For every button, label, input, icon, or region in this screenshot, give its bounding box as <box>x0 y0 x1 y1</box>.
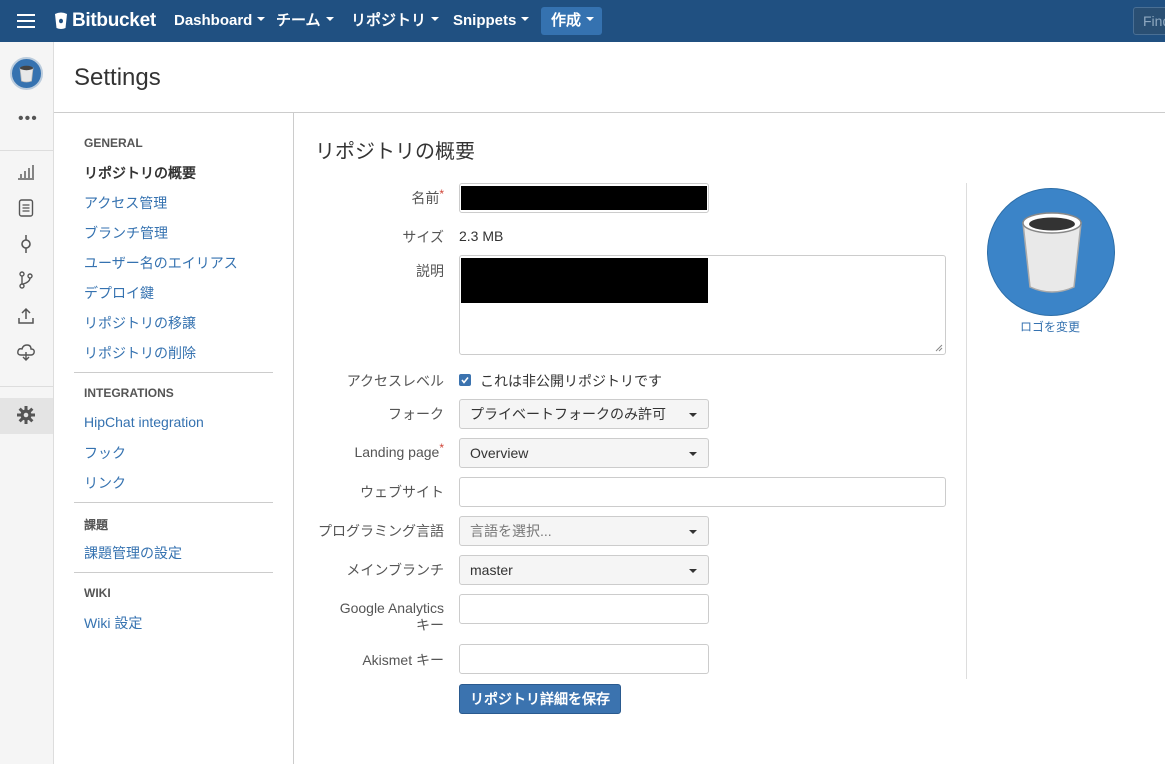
nav-item-transfer-repository[interactable]: リポジトリの移譲 <box>84 313 196 333</box>
nav-divider <box>74 372 273 373</box>
upload-icon[interactable] <box>16 306 36 326</box>
required-mark: * <box>439 187 444 201</box>
brand-name: Bitbucket <box>72 10 156 31</box>
create-button[interactable]: 作成 <box>541 7 602 35</box>
nav-item-repository-details[interactable]: リポジトリの概要 <box>84 163 196 183</box>
more-icon[interactable]: ••• <box>18 110 38 128</box>
nav-heading-integrations: INTEGRATIONS <box>84 386 174 400</box>
required-mark: * <box>439 441 444 455</box>
main-branch-select[interactable]: master <box>459 555 709 585</box>
name-label: 名前* <box>411 187 444 206</box>
google-analytics-input[interactable] <box>459 594 709 624</box>
size-label: サイズ <box>402 229 444 245</box>
nav-item-access-management[interactable]: アクセス管理 <box>84 193 167 213</box>
repository-avatar[interactable] <box>10 57 43 90</box>
sidebar-divider <box>0 386 54 387</box>
settings-navigation: GENERAL リポジトリの概要 アクセス管理 ブランチ管理 ユーザー名のエイリ… <box>54 113 294 764</box>
nav-snippets[interactable]: Snippets <box>453 12 530 30</box>
chevron-down-icon <box>521 17 530 22</box>
chart-icon[interactable] <box>16 162 36 182</box>
chevron-down-icon <box>586 17 595 22</box>
repository-logo[interactable] <box>987 188 1115 316</box>
bitbucket-bucket-icon <box>55 12 67 29</box>
settings-gear-icon[interactable] <box>16 405 36 425</box>
repository-sidebar: ••• <box>0 42 54 764</box>
source-icon[interactable] <box>16 198 36 218</box>
nav-item-delete-repository[interactable]: リポジトリの削除 <box>84 343 196 363</box>
resize-handle-icon[interactable] <box>935 344 943 352</box>
name-input[interactable] <box>459 183 709 213</box>
save-repository-details-button[interactable]: リポジトリ詳細を保存 <box>459 684 621 714</box>
nav-item-links[interactable]: リンク <box>84 473 126 493</box>
page-title: Settings <box>74 64 161 91</box>
description-label: 説明 <box>416 263 444 279</box>
nav-dashboard[interactable]: Dashboard <box>174 12 266 30</box>
redacted-value <box>461 258 708 303</box>
google-analytics-label: Google Analytics キー <box>339 600 444 633</box>
nav-divider <box>74 502 273 503</box>
nav-divider <box>74 572 273 573</box>
private-repository-checkbox[interactable] <box>459 374 471 386</box>
landing-page-label: Landing page* <box>354 441 444 460</box>
nav-item-hooks[interactable]: フック <box>84 443 126 463</box>
redacted-value <box>461 186 707 210</box>
landing-page-select[interactable]: Overview <box>459 438 709 468</box>
bucket-icon <box>1022 212 1082 293</box>
chevron-down-icon <box>257 17 266 22</box>
nav-heading-general: GENERAL <box>84 136 143 150</box>
nav-repositories[interactable]: リポジトリ <box>351 12 440 30</box>
website-label: ウェブサイト <box>360 484 444 500</box>
nav-teams[interactable]: チーム <box>276 12 334 30</box>
akismet-input[interactable] <box>459 644 709 674</box>
chevron-down-icon <box>689 530 697 534</box>
search-input[interactable]: Find <box>1133 7 1165 35</box>
nav-item-issue-tracker-settings[interactable]: 課題管理の設定 <box>84 543 182 563</box>
chevron-down-icon <box>689 452 697 456</box>
bucket-icon <box>19 65 34 83</box>
chevron-down-icon <box>689 569 697 573</box>
chevron-down-icon <box>689 413 697 417</box>
nav-heading-wiki: WIKI <box>84 586 111 600</box>
fork-select[interactable]: プライベートフォークのみ許可 <box>459 399 709 429</box>
change-logo-link[interactable]: ロゴを変更 <box>1020 318 1080 335</box>
chevron-down-icon <box>325 17 334 22</box>
chevron-down-icon <box>431 17 440 22</box>
cloud-download-icon[interactable] <box>16 342 36 362</box>
branches-icon[interactable] <box>16 270 36 290</box>
nav-item-branch-management[interactable]: ブランチ管理 <box>84 223 168 243</box>
nav-item-username-aliases[interactable]: ユーザー名のエイリアス <box>84 253 238 273</box>
akismet-label: Akismet キー <box>362 652 444 668</box>
nav-item-hipchat[interactable]: HipChat integration <box>84 414 204 430</box>
private-repository-label: これは非公開リポジトリです <box>480 373 662 389</box>
size-value: 2.3 MB <box>459 228 504 244</box>
logo-divider <box>966 183 967 679</box>
main-branch-label: メインブランチ <box>346 562 444 578</box>
language-select[interactable]: 言語を選択... <box>459 516 709 546</box>
sidebar-divider <box>0 150 54 151</box>
access-level-label: アクセスレベル <box>346 373 444 389</box>
language-label: プログラミング言語 <box>318 523 444 539</box>
description-textarea[interactable] <box>459 255 946 355</box>
nav-item-deploy-keys[interactable]: デプロイ鍵 <box>84 283 154 303</box>
menu-icon[interactable] <box>17 14 35 28</box>
top-navigation-bar: Bitbucket Dashboard チーム リポジトリ Snippets 作… <box>0 0 1165 42</box>
nav-item-wiki-settings[interactable]: Wiki 設定 <box>84 613 142 633</box>
commits-icon[interactable] <box>16 234 36 254</box>
bitbucket-logo[interactable]: Bitbucket <box>54 9 156 33</box>
fork-label: フォーク <box>388 406 444 422</box>
nav-heading-issues: 課題 <box>84 518 109 532</box>
section-title: リポジトリの概要 <box>315 141 475 163</box>
website-input[interactable] <box>459 477 946 507</box>
page-header: Settings <box>54 42 1165 113</box>
checkmark-icon <box>461 377 469 384</box>
